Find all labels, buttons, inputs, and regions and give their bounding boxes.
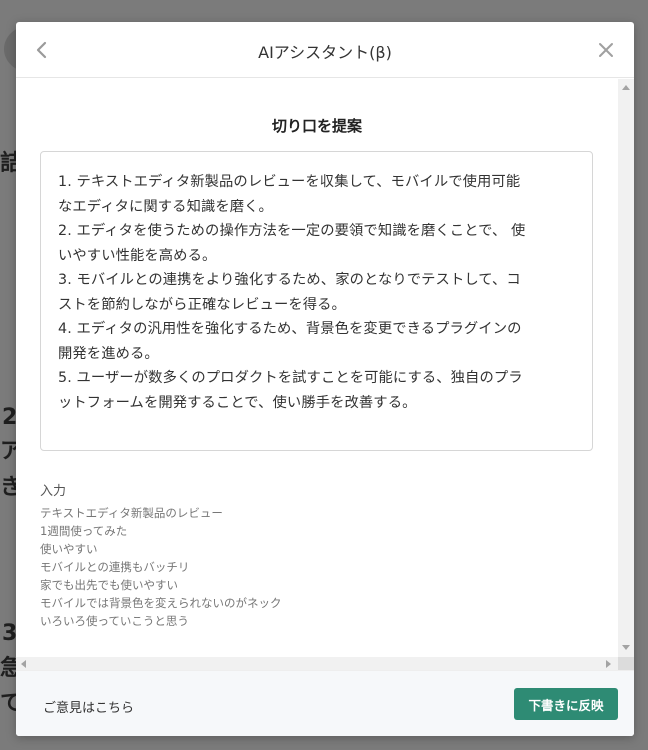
section-title: 切り口を提案 — [271, 117, 362, 135]
dialog-scroll-area[interactable]: 切り口を提案 1. テキストエディタ新製品のレビューを収集して、モバイルで使用可… — [16, 79, 634, 670]
scroll-left-arrow-icon[interactable] — [21, 660, 26, 668]
input-line: テキストエディタ新製品のレビュー — [40, 506, 223, 520]
input-line: 家でも出先でも使いやすい — [40, 578, 178, 592]
result-line: 1. テキストエディタ新製品のレビューを収集して、モバイルで使用可能 — [58, 174, 521, 190]
result-line: 開発を進める。 — [58, 345, 159, 362]
scroll-up-arrow-icon[interactable] — [622, 85, 630, 90]
input-line: モバイルとの連携もバッチリ — [40, 560, 190, 574]
dialog-footer: ご意見はこちら 下書きに反映 — [16, 670, 634, 736]
scroll-down-arrow-icon[interactable] — [622, 645, 630, 650]
result-line: なエディタに関する知識を磨く。 — [58, 198, 273, 215]
dialog-content: 切り口を提案 1. テキストエディタ新製品のレビューを収集して、モバイルで使用可… — [16, 79, 618, 657]
ai-assistant-dialog: AIアシスタント(β) 切り口を提案 1. テキストエディタ新製品のレビューを収… — [16, 22, 634, 736]
input-line: 1週間使ってみた — [40, 524, 128, 538]
scroll-right-arrow-icon[interactable] — [606, 660, 611, 668]
close-icon — [599, 43, 613, 57]
result-line: いやすい性能を高める。 — [58, 247, 217, 264]
dialog-title: AIアシスタント(β) — [258, 43, 392, 62]
input-section-label: 入力 — [40, 484, 67, 499]
vertical-scrollbar[interactable] — [618, 79, 634, 657]
suggestion-result-box[interactable]: 1. テキストエディタ新製品のレビューを収集して、モバイルで使用可能 なエディタ… — [40, 151, 593, 451]
result-line: 4. エディタの汎用性を強化するため、背景色を変更できるプラグインの — [58, 321, 522, 337]
vertical-scroll-thumb[interactable] — [621, 95, 631, 639]
scrollbar-corner — [618, 657, 634, 670]
apply-to-draft-button[interactable]: 下書きに反映 — [514, 688, 618, 720]
input-line: モバイルでは背景色を変えられないのがネック — [40, 596, 282, 610]
horizontal-scrollbar[interactable] — [16, 657, 618, 670]
result-line: 5. ユーザーが数多くのプロダクトを試すことを可能にする、独自のプラ — [58, 370, 523, 386]
input-line: いろいろ使っていこうと思う — [40, 614, 189, 628]
result-line: 2. エディタを使うための操作方法を一定の要領で知識を磨くことで、 使 — [58, 223, 526, 239]
result-line: ットフォームを開発することで、使い勝手を改善する。 — [58, 394, 417, 411]
close-button[interactable] — [595, 38, 617, 62]
result-line: 3. モバイルとの連携をより強化するため、家のとなりでテストして、コ — [58, 272, 521, 288]
input-line: 使いやすい — [40, 542, 98, 556]
result-line: ストを節約しながら正確なレビューを得る。 — [58, 296, 346, 313]
feedback-link[interactable]: ご意見はこちら — [43, 697, 134, 716]
dialog-header: AIアシスタント(β) — [16, 22, 634, 78]
input-text-block: テキストエディタ新製品のレビュー 1週間使ってみた 使いやすい モバイルとの連携… — [40, 504, 580, 630]
